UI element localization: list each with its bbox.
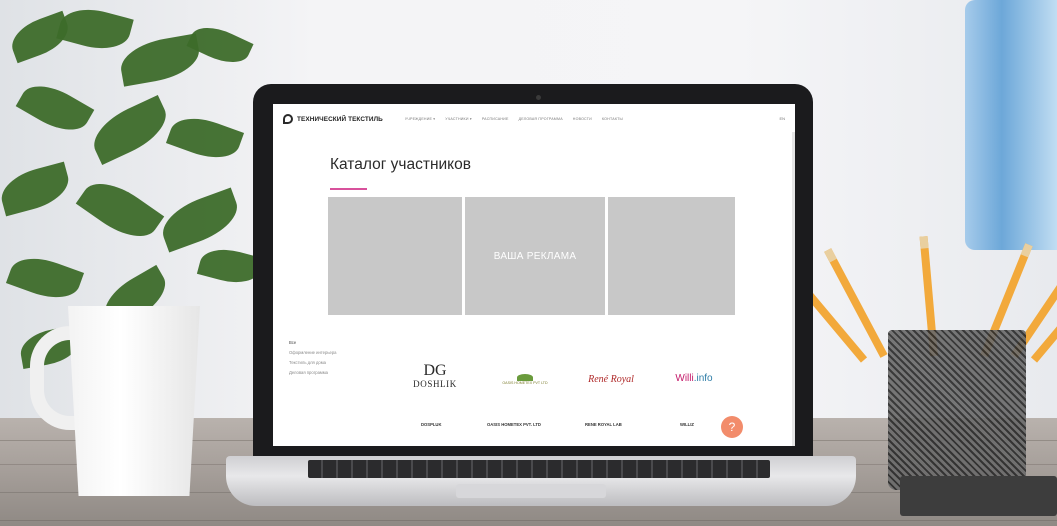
logo-icon	[283, 114, 293, 124]
help-button[interactable]: ?	[721, 416, 743, 438]
ad-banner-label: ВАША РЕКЛАМА	[493, 250, 577, 262]
language-switch[interactable]: EN	[779, 116, 785, 121]
brand-logo-willz[interactable]: Willi .info	[659, 366, 729, 390]
participant-logos: DG DOSHLIK OASIS HOMETEX PVT LTD René Ro…	[397, 354, 727, 404]
site-logo[interactable]: ТЕХНИЧЕСКИЙ ТЕКСТИЛЬ	[283, 114, 383, 124]
water-bottle	[965, 0, 1057, 250]
dg-logo-text: DOSHLIK	[413, 379, 457, 389]
ad-banner-left[interactable]	[328, 197, 462, 315]
laptop-screen: ТЕХНИЧЕСКИЙ ТЕКСТИЛЬ УЧРЕЖДЕНИЕ ▾ УЧАСТН…	[273, 104, 795, 446]
category-filter: Все Оформление интерьера Текстиль для до…	[289, 340, 337, 380]
category-all[interactable]: Все	[289, 340, 337, 345]
white-mug	[68, 306, 200, 496]
webcam	[536, 95, 541, 100]
willz-logo-prefix: Willi	[675, 372, 694, 384]
notebook	[900, 476, 1057, 516]
participant-name[interactable]: DOSPLUK	[421, 422, 441, 427]
ad-banner-right[interactable]	[608, 197, 735, 315]
oasis-logo-text: OASIS HOMETEX PVT LTD	[502, 380, 548, 385]
category-home-textile[interactable]: Текстиль для дома	[289, 360, 337, 365]
keyboard	[308, 460, 770, 478]
page-title: Каталог участников	[330, 156, 471, 173]
brand-logo-oasis[interactable]: OASIS HOMETEX PVT LTD	[485, 364, 565, 394]
participant-name[interactable]: RENE ROYAL LAB	[585, 422, 622, 427]
nav-menu: УЧРЕЖДЕНИЕ ▾ УЧАСТНИКИ ▾ РАСПИСАНИЕ ДЕЛО…	[405, 117, 623, 121]
nav-item-schedule[interactable]: РАСПИСАНИЕ	[482, 117, 509, 121]
logo-text: ТЕХНИЧЕСКИЙ ТЕКСТИЛЬ	[297, 115, 383, 123]
nav-item-contacts[interactable]: КОНТАКТЫ	[602, 117, 623, 121]
category-interior[interactable]: Оформление интерьера	[289, 350, 337, 355]
category-business-program[interactable]: Деловая программа	[289, 370, 337, 375]
dg-logo-mark: DG	[423, 362, 447, 379]
site-navbar: ТЕХНИЧЕСКИЙ ТЕКСТИЛЬ УЧРЕЖДЕНИЕ ▾ УЧАСТН…	[273, 104, 795, 134]
nav-item-institution[interactable]: УЧРЕЖДЕНИЕ ▾	[405, 117, 435, 121]
brand-logo-dg[interactable]: DG DOSHLIK	[397, 354, 473, 398]
brand-logo-rene[interactable]: René Royal	[575, 366, 647, 392]
nav-item-participants[interactable]: УЧАСТНИКИ ▾	[445, 117, 472, 121]
nav-item-news[interactable]: НОВОСТИ	[573, 117, 592, 121]
willz-logo-suffix: .info	[693, 372, 713, 384]
oasis-leaf-icon	[517, 373, 533, 381]
title-underline	[330, 188, 367, 190]
touchpad	[456, 484, 606, 498]
participant-name[interactable]: WILLIZ	[680, 422, 694, 427]
scrollbar[interactable]	[792, 132, 795, 446]
participant-name[interactable]: OASIS HOMETEX PVT. LTD	[487, 422, 541, 427]
mesh-pencil-cup	[888, 330, 1026, 490]
nav-item-business-program[interactable]: ДЕЛОВАЯ ПРОГРАММА	[519, 117, 563, 121]
